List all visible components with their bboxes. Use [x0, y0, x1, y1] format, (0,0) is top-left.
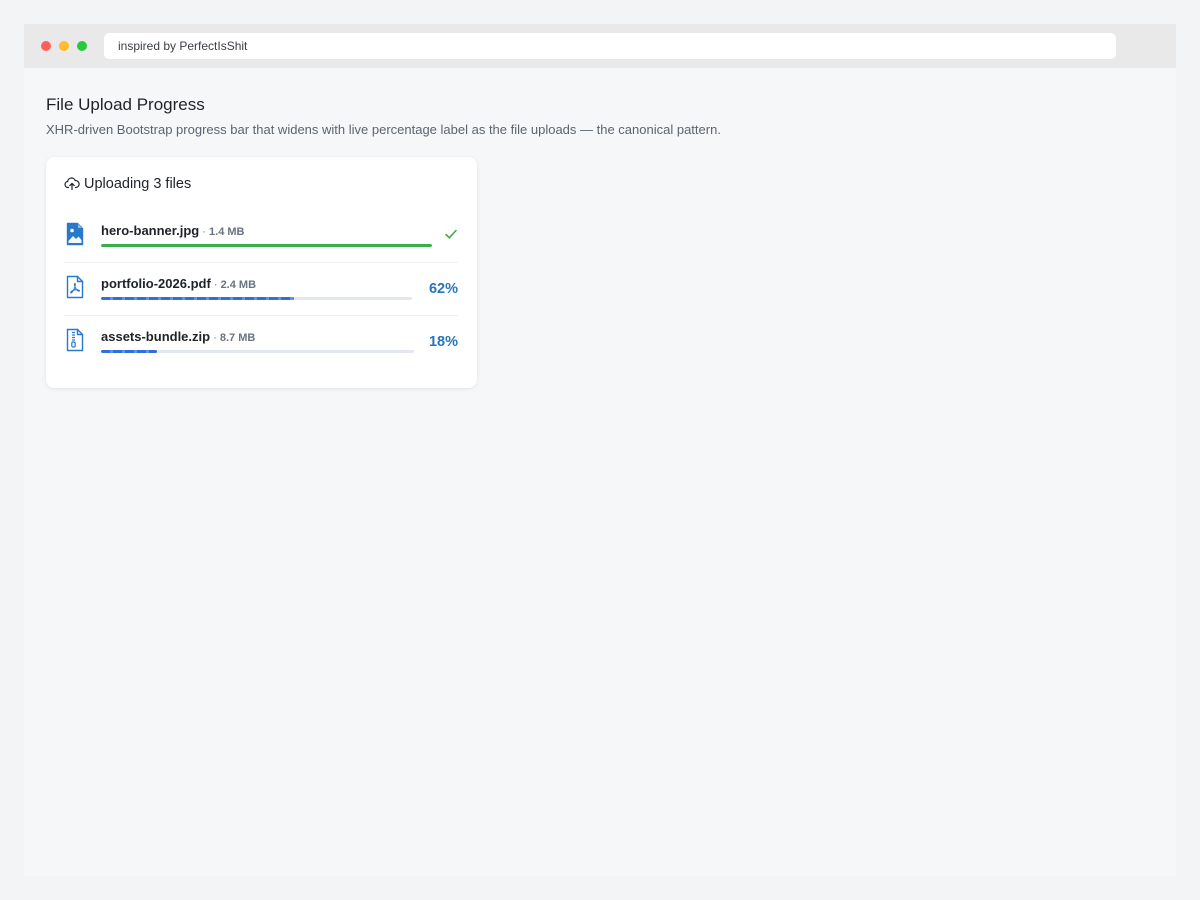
file-separator: ·	[210, 279, 221, 291]
file-row: hero-banner.jpg · 1.4 MB	[64, 209, 458, 263]
file-row: assets-bundle.zip · 8.7 MB 18%	[64, 315, 458, 368]
file-separator: ·	[199, 226, 210, 238]
file-name: hero-banner.jpg	[101, 223, 200, 238]
progress-bar-fill	[101, 350, 158, 353]
checkmark-icon	[444, 227, 458, 246]
page-title: File Upload Progress	[46, 95, 205, 114]
image-file-icon	[66, 222, 84, 251]
cloud-upload-icon	[64, 176, 80, 192]
card-header-title: Uploading 3 files	[84, 176, 192, 192]
title-bar: inspired by PerfectIsShit	[24, 24, 1176, 68]
progress-track	[101, 297, 412, 300]
progress-bar-fill	[101, 297, 294, 300]
file-name: assets-bundle.zip	[101, 329, 211, 344]
progress-percent: 62%	[428, 281, 458, 297]
file-size: 2.4 MB	[220, 279, 257, 291]
file-size: 1.4 MB	[209, 226, 245, 238]
file-name: portfolio-2026.pdf	[101, 276, 211, 291]
progress-track	[101, 244, 432, 247]
file-info: hero-banner.jpg · 1.4 MB	[101, 223, 244, 238]
browser-window: inspired by PerfectIsShit File Upload Pr…	[24, 24, 1176, 876]
file-size: 8.7 MB	[219, 332, 256, 344]
progress-track	[101, 350, 414, 353]
file-info: assets-bundle.zip · 8.7 MB	[101, 329, 255, 344]
pdf-file-icon	[66, 275, 84, 304]
file-row: portfolio-2026.pdf · 2.4 MB 62%	[64, 262, 458, 316]
upload-card: Uploading 3 files hero-banner.jpg · 1.4 …	[46, 157, 477, 388]
file-info: portfolio-2026.pdf · 2.4 MB	[101, 276, 256, 291]
file-separator: ·	[210, 332, 220, 344]
card-header: Uploading 3 files	[64, 176, 191, 192]
progress-bar-fill	[101, 244, 432, 247]
close-window-dot[interactable]	[41, 41, 51, 51]
address-bar[interactable]: inspired by PerfectIsShit	[104, 33, 1116, 59]
maximize-window-dot[interactable]	[77, 41, 87, 51]
progress-percent: 18%	[428, 334, 458, 350]
zip-file-icon	[66, 328, 84, 357]
page-description: XHR-driven Bootstrap progress bar that w…	[46, 122, 721, 137]
minimize-window-dot[interactable]	[59, 41, 69, 51]
